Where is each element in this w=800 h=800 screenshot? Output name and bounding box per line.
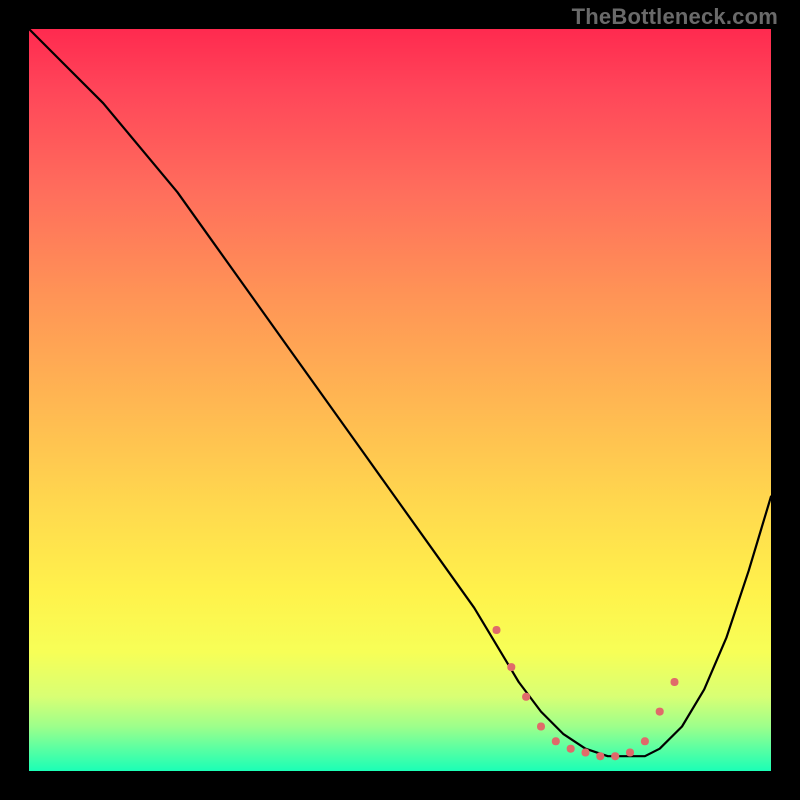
optimal-range-markers xyxy=(29,29,771,771)
bottleneck-curve xyxy=(29,29,771,771)
watermark: TheBottleneck.com xyxy=(572,4,778,30)
chart-area xyxy=(29,29,771,771)
